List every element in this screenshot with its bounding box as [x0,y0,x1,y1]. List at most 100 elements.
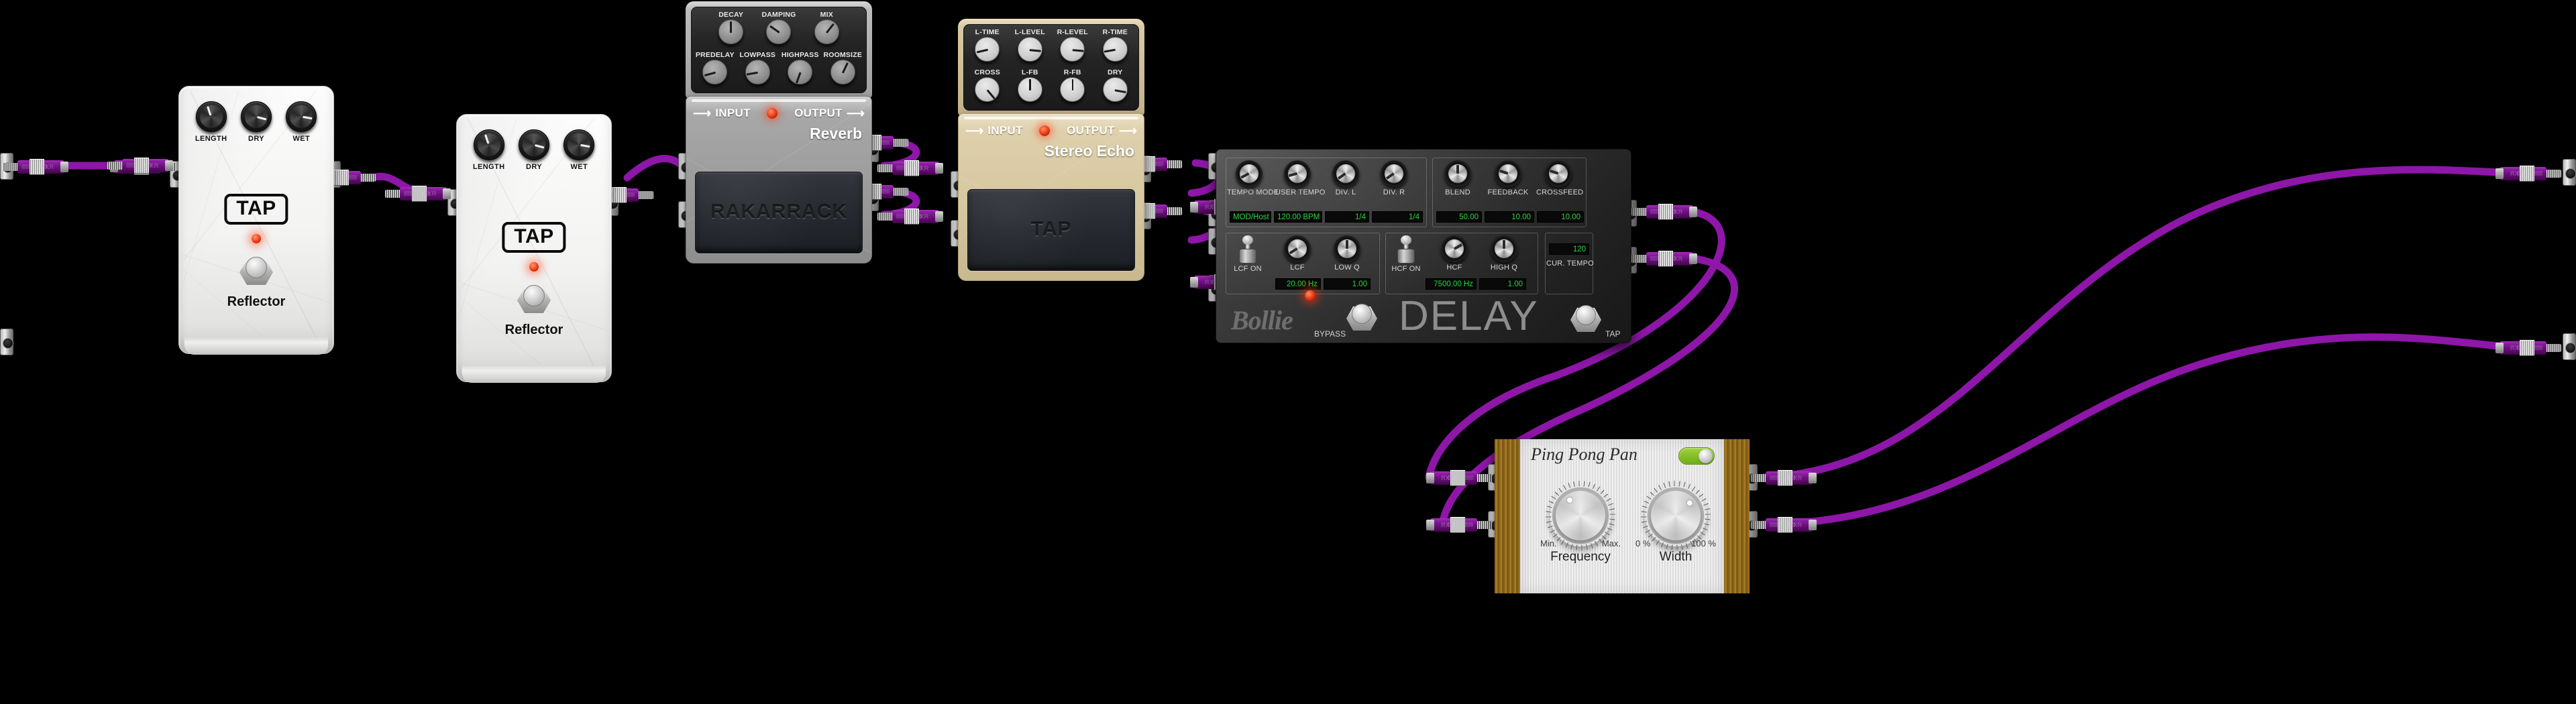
value-crossfeed[interactable]: 10.00 [1537,211,1584,223]
tap-button[interactable]: TAP [224,194,288,225]
knob-dial[interactable] [1334,235,1360,262]
cable-plug[interactable]: MXR [1426,516,1492,534]
cable-plug[interactable]: MXR [877,160,943,177]
echo-body[interactable]: ⟶ INPUT OUTPUT ⟶ Stereo Echo TAP [958,113,1144,281]
cable-plug[interactable]: MXR [1426,469,1492,487]
knob-dial[interactable] [564,129,595,160]
knob-div-l[interactable]: DIV. L [1324,160,1368,196]
knob-r-fb[interactable]: R-FB [1051,68,1094,102]
cable-plug[interactable]: MXR [2496,339,2561,357]
knob-dial[interactable] [518,129,549,160]
output-jack[interactable] [2563,333,2576,360]
knob-dial[interactable] [766,19,792,44]
knob-user-tempo[interactable]: USER TEMPO [1275,160,1325,196]
knob-dial[interactable] [1102,37,1128,62]
knob-length[interactable]: LENGTH [470,129,508,171]
cable-plug[interactable]: MXR [107,157,173,174]
knob-dial[interactable] [1284,235,1311,262]
knob-cross[interactable]: CROSS [966,68,1009,102]
cable-plug[interactable]: MXR [877,208,943,225]
knob-r-time[interactable]: R-TIME [1094,28,1137,62]
knob-l-time[interactable]: L-TIME [966,28,1009,62]
input-jack[interactable] [0,329,13,355]
knob-dial[interactable] [1017,77,1042,102]
value-div-l[interactable]: 1/4 [1325,211,1369,223]
knob-dry[interactable]: DRY [237,101,275,143]
footswitch[interactable] [517,284,551,314]
knob-dial[interactable] [745,60,770,84]
knob-dial[interactable] [702,60,728,84]
knob-dial[interactable] [195,101,227,132]
cable-plug[interactable]: MXR [1751,516,1817,534]
knob-dial[interactable] [788,60,813,84]
cable-plug[interactable]: MXR [1631,250,1697,268]
footswitch[interactable] [239,255,273,286]
footswitch-treadle[interactable]: RAKARRACK [695,172,863,253]
value-high-q[interactable]: 1.00 [1479,278,1526,290]
plugin-bollie-delay[interactable]: TEMPO MODE USER TEMPO DIV. L DIV. R MOD/… [1216,149,1631,343]
knob-blend[interactable]: BLEND [1436,160,1480,196]
knob-dial[interactable] [1236,160,1263,187]
plugin-ping-pong-pan[interactable]: Ping Pong Pan Min. Max. Frequency 0 % 10… [1495,439,1750,593]
knob-dial[interactable] [1284,160,1311,187]
value-div-r[interactable]: 1/4 [1372,211,1423,223]
knob-damping[interactable]: DAMPING [757,11,800,44]
knob-dial[interactable] [975,37,1000,62]
knob-hcf[interactable]: HCF [1432,235,1477,272]
knob-crossfeed[interactable]: CROSSFEED [1536,160,1583,196]
knob-dial[interactable] [473,129,504,160]
value-hcf[interactable]: 7500.00 Hz [1426,278,1477,290]
toggle-lever[interactable] [1397,235,1415,263]
knob-div-r[interactable]: DIV. R [1372,160,1416,196]
knob-dry[interactable]: DRY [1094,68,1137,102]
toggle-lever[interactable] [1239,235,1256,263]
knob-dial[interactable] [1545,160,1572,187]
dial-frequency[interactable]: Min. Max. Frequency [1540,479,1621,565]
value-tempo-mode[interactable]: MOD/Host [1230,211,1271,223]
pedal-reverb[interactable]: DECAY DAMPING MIX PREDELAY LOWPASS HIGHP… [686,1,872,263]
knob-dial[interactable] [830,60,855,84]
value-lcf[interactable]: 20.00 Hz [1275,278,1321,290]
knob-dial[interactable] [240,101,272,132]
knob-dial[interactable] [1381,160,1407,187]
knob-dial[interactable] [1491,235,1517,262]
knob-r-level[interactable]: R-LEVEL [1051,28,1094,62]
reverb-body[interactable]: ⟶ INPUT OUTPUT ⟶ Reverb RAKARRACK [686,96,872,263]
knob-dial[interactable] [1060,37,1085,62]
value-feedback[interactable]: 10.00 [1485,211,1534,223]
knob-wet[interactable]: WET [560,129,598,171]
knob-dial[interactable] [1017,37,1042,62]
knob-high-q[interactable]: HIGH Q [1482,235,1526,272]
pedal-reflector-1[interactable]: LENGTH DRY WET TAP Reflector [178,86,334,355]
switch-lcf-on[interactable]: LCF ON [1232,235,1263,273]
value-low-q[interactable]: 1.00 [1324,278,1371,290]
cable-plug[interactable]: MXR [1751,469,1817,487]
power-toggle[interactable] [1678,447,1715,465]
knob-l-level[interactable]: L-LEVEL [1009,28,1052,62]
pedal-reflector-2[interactable]: LENGTH DRY WET TAP Reflector [456,114,612,383]
knob-dial[interactable] [1441,235,1468,262]
knob-lowpass[interactable]: LOWPASS [737,51,780,84]
knob-wet[interactable]: WET [282,101,320,143]
knob-mix[interactable]: MIX [805,11,848,44]
knob-predelay[interactable]: PREDELAY [694,51,737,84]
pedal-stereo-echo[interactable]: L-TIME L-LEVEL R-LEVEL R-TIME CROSS L-FB… [958,19,1144,281]
knob-low-q[interactable]: LOW Q [1325,235,1369,272]
value-blend[interactable]: 50.00 [1436,211,1482,223]
knob-dial[interactable] [975,77,1000,102]
value-cur-tempo[interactable]: 120 [1549,243,1589,255]
knob-dry[interactable]: DRY [515,129,553,171]
knob-length[interactable]: LENGTH [193,101,230,143]
tap-button[interactable]: TAP [502,222,566,253]
knob-l-fb[interactable]: L-FB [1009,68,1052,102]
bypass-footswitch[interactable] [1346,302,1377,332]
cable-plug[interactable]: MXR [2496,165,2561,182]
knob-dial[interactable] [1332,160,1359,187]
switch-hcf-on[interactable]: HCF ON [1391,235,1421,273]
knob-dial[interactable] [718,19,744,44]
knob-dial[interactable] [1495,160,1521,187]
knob-feedback[interactable]: FEEDBACK [1486,160,1530,196]
knob-decay[interactable]: DECAY [710,11,753,44]
knob-dial[interactable] [1060,77,1085,102]
knob-dial[interactable] [1444,160,1471,187]
